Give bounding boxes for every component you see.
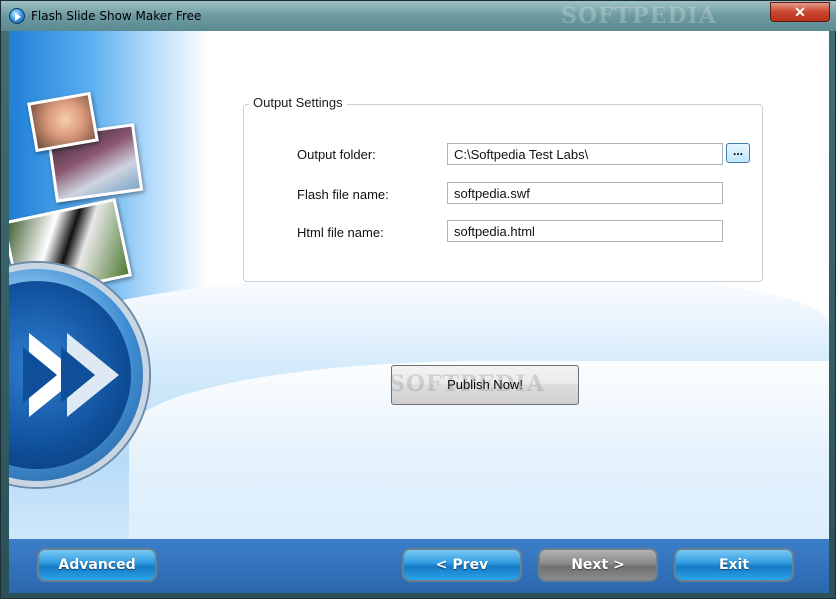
exit-button[interactable]: Exit [674, 548, 794, 582]
main-panel: Output Settings Output folder: ... Flash… [9, 31, 829, 539]
flash-file-name-input[interactable] [447, 182, 723, 204]
window-title: Flash Slide Show Maker Free [31, 9, 202, 23]
window-close-icon[interactable]: ✕ [770, 2, 830, 22]
app-play-icon [9, 8, 25, 24]
browse-folder-button[interactable]: ... [726, 143, 750, 163]
output-folder-label: Output folder: [297, 147, 376, 162]
output-settings-legend: Output Settings [249, 95, 347, 110]
prev-button[interactable]: < Prev [402, 548, 522, 582]
title-bar[interactable]: Flash Slide Show Maker Free SOFTPEDIA ✕ [1, 1, 836, 31]
title-watermark: SOFTPEDIA [561, 3, 717, 29]
html-file-name-input[interactable] [447, 220, 723, 242]
html-file-name-label: Html file name: [297, 225, 384, 240]
flash-file-name-label: Flash file name: [297, 187, 389, 202]
output-folder-input[interactable] [447, 143, 723, 165]
app-window: Flash Slide Show Maker Free SOFTPEDIA ✕ … [0, 0, 836, 599]
footer-bar: Advanced < Prev Next > Exit [9, 539, 829, 593]
advanced-button[interactable]: Advanced [37, 548, 157, 582]
publish-watermark: SOFTPEDIA [389, 371, 545, 397]
next-button[interactable]: Next > [538, 548, 658, 582]
